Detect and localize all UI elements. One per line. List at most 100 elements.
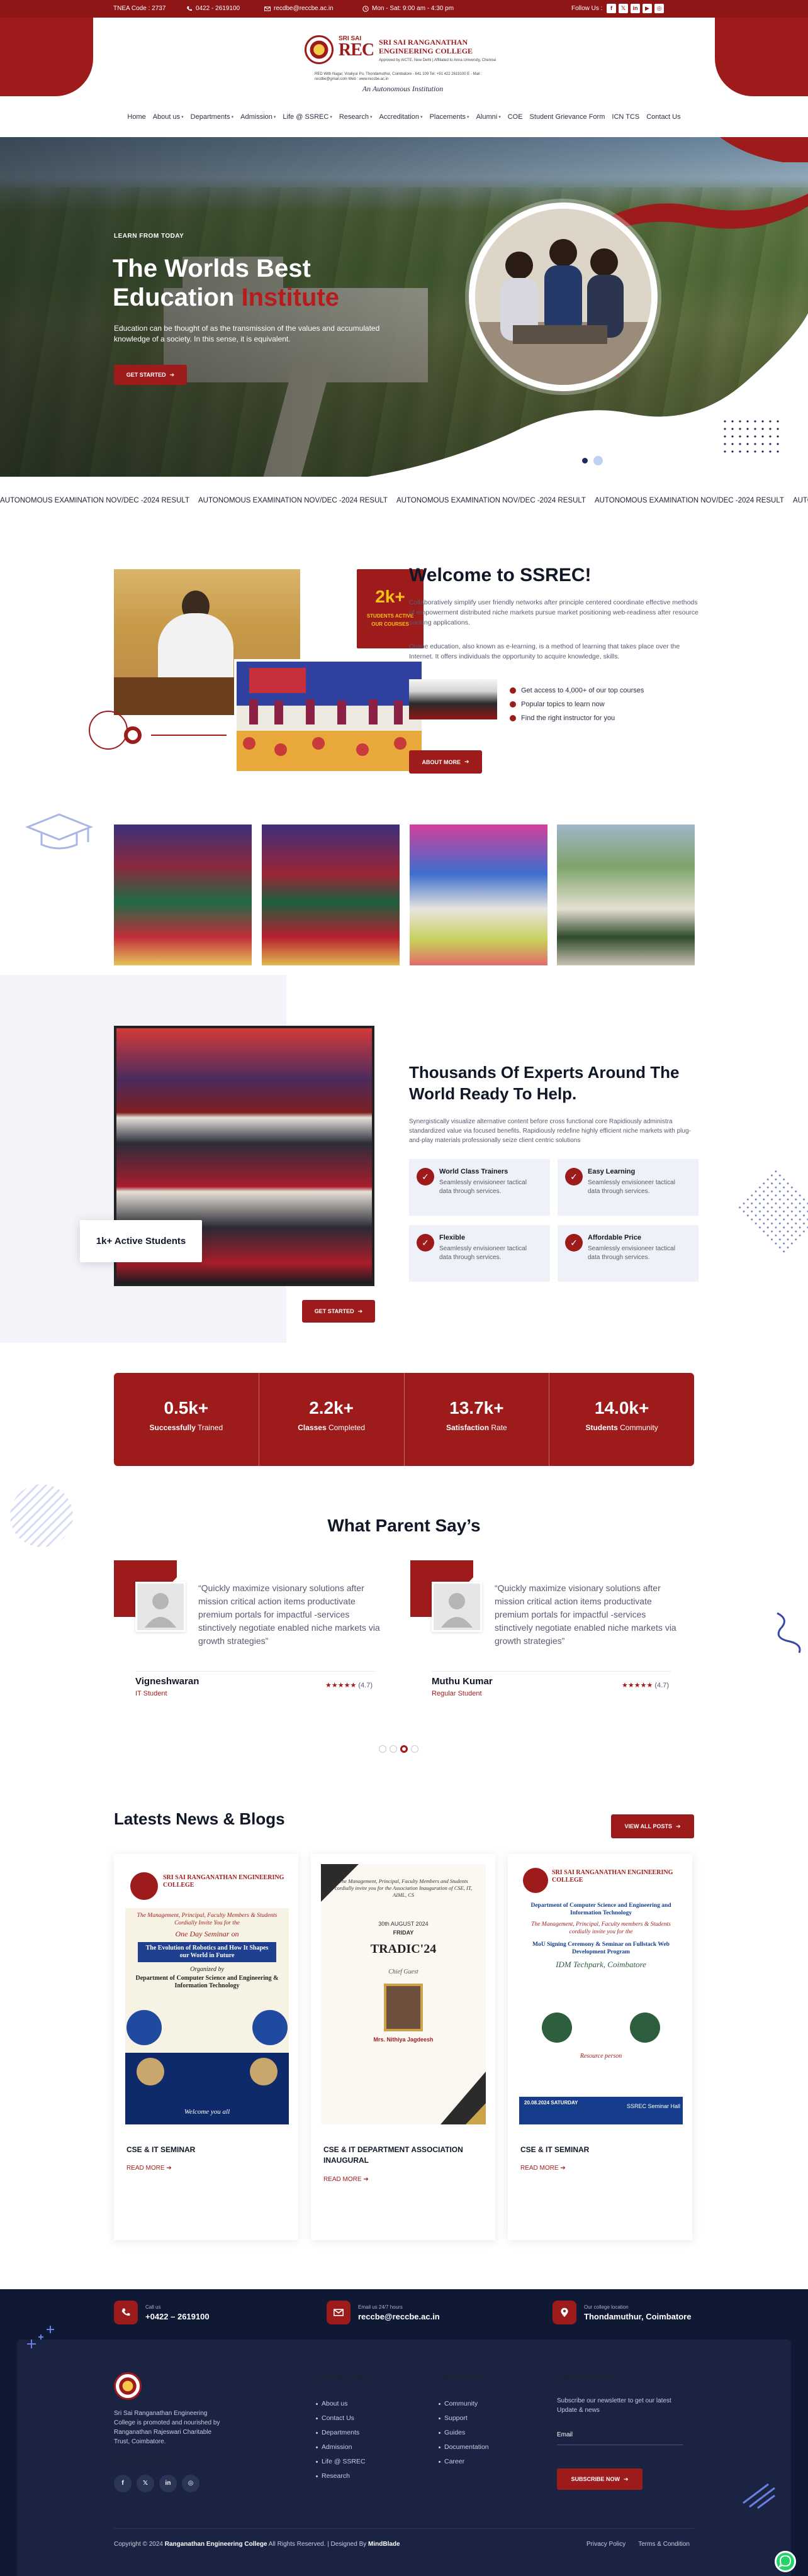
footer-call[interactable]: Call us +0422 – 2619100 [114,2301,210,2324]
facebook-icon[interactable]: f [607,4,616,13]
footer-link[interactable]: About us [316,2400,366,2407]
stat-label-rest: Rate [489,1423,507,1432]
stat-label: Students Community [549,1423,694,1432]
newsletter-email-field[interactable]: Email [557,2423,683,2445]
nav-item[interactable]: Student Grievance Form [530,113,605,121]
topbar-email[interactable]: recdbe@reccbe.ac.in [264,5,334,12]
topbar-hours-text: Mon - Sat: 9:00 am - 4:30 pm [372,5,454,12]
read-more-link[interactable]: READ MORE ➔ [520,2165,566,2172]
decor-ring [89,711,128,750]
subscribe-button[interactable]: SUBSCRIBE NOW ➔ [557,2468,642,2490]
nav-item[interactable]: Home [127,113,145,121]
footer-logo[interactable] [114,2372,142,2400]
poster-header: SRI SAI RANGANATHAN ENGINEERING COLLEGE [163,1874,284,1889]
nav-item[interactable]: Research ▾ [339,113,373,121]
slider-dot[interactable] [593,456,603,465]
footer-link[interactable]: Support [439,2414,489,2422]
footer-email[interactable]: Email us 24/7 hours reccbe@reccbe.ac.in [327,2301,440,2324]
read-more-link[interactable]: READ MORE ➔ [323,2176,369,2183]
news-card[interactable]: SRI SAI RANGANATHAN ENGINEERING COLLEGE … [114,1854,298,2240]
nav-item[interactable]: Admission ▾ [240,113,276,121]
hero-get-started-button[interactable]: GET STARTED ➔ [114,365,187,385]
nav-item[interactable]: COE [508,113,523,121]
youtube-icon[interactable]: ▶ [642,4,652,13]
footer-link[interactable]: Life @ SSREC [316,2458,366,2465]
gallery-photo-1[interactable] [114,824,252,965]
nav-item[interactable]: About us ▾ [153,113,184,121]
footer-location[interactable]: Our college location Thondamuthur, Coimba… [553,2301,691,2324]
privacy-policy-link[interactable]: Privacy Policy [586,2541,626,2548]
slider-dot-active[interactable] [580,456,590,465]
facebook-icon[interactable]: f [114,2475,132,2492]
copyright-designer[interactable]: MindBlade [368,2541,400,2548]
nav-item[interactable]: Alumni ▾ [476,113,501,121]
feature-card-desc: Seamlessly envisioneer tactical data thr… [439,1179,527,1195]
nav-item[interactable]: ICN TCS [612,113,639,121]
news-card[interactable]: SRI SAI RANGANATHAN ENGINEERING COLLEGE … [508,1854,692,2240]
view-all-posts-button[interactable]: VIEW ALL POSTS ➔ [611,1814,694,1838]
footer-link[interactable]: Documentation [439,2443,489,2451]
testimonial-name: Vigneshwaran [135,1676,199,1687]
about-more-button[interactable]: ABOUT MORE ➔ [409,750,482,774]
slider-dot-active[interactable] [400,1745,408,1753]
logo-subtitle: Approved by AICTE, New Delhi | Affiliate… [379,58,497,62]
decor-dot-pattern [736,1167,808,1257]
ticker-item[interactable]: AUTONOMOUS EXAMINATION NOV/DEC -2024 RES… [793,497,808,504]
ticker-item[interactable]: AUTONOMOUS EXAMINATION NOV/DEC -2024 RES… [595,497,784,504]
hero-students-photo [469,203,658,391]
college-logo[interactable]: SRI SAI REC SRI SAI RANGANATHAN ENGINEER… [296,26,510,96]
welcome-feature-list: Get access to 4,000+ of our top courses P… [510,687,644,728]
slider-dot[interactable] [411,1745,418,1753]
footer-link[interactable]: Career [439,2458,489,2465]
terms-link[interactable]: Terms & Condition [638,2541,690,2548]
ticker-item[interactable]: AUTONOMOUS EXAMINATION NOV/DEC -2024 RES… [396,497,586,504]
poster-line: The Management, Principal, Faculty Membe… [137,1913,278,1926]
nav-item[interactable]: Departments ▾ [191,113,234,121]
logo-autonomous: An Autonomous Institution [362,84,444,93]
stat-item: 13.7k+ Satisfaction Rate [405,1373,550,1466]
whatsapp-icon[interactable] [775,2551,796,2572]
stat-label-bold: Students [585,1423,618,1432]
slider-dot[interactable] [379,1745,386,1753]
ticker-item[interactable]: AUTONOMOUS EXAMINATION NOV/DEC -2024 RES… [0,497,189,504]
footer-link[interactable]: Guides [439,2429,489,2436]
welcome-paragraph-1: Collaboratively simplify user friendly n… [409,599,699,626]
instagram-icon[interactable]: ◎ [182,2475,199,2492]
topbar-phone[interactable]: 0422 - 2619100 [186,5,240,12]
footer-link[interactable]: Departments [316,2429,366,2436]
news-card[interactable]: The Management, Principal, Faculty Membe… [311,1854,495,2240]
nav-item[interactable]: Placements ▾ [430,113,469,121]
stat-value: 13.7k+ [449,1398,504,1418]
footer-link[interactable]: Research [316,2472,366,2480]
news-ticker[interactable]: AUTONOMOUS EXAMINATION NOV/DEC -2024 RES… [0,497,808,513]
nav-item[interactable]: Life @ SSREC ▾ [283,113,332,121]
nav-item[interactable]: Accreditation ▾ [379,113,422,121]
stat-label-bold: Classes [298,1423,327,1432]
poster-date: 30th AUGUST 2024 [378,1921,429,1927]
footer-link[interactable]: Contact Us [316,2414,366,2422]
slider-dot[interactable] [390,1745,397,1753]
twitter-icon[interactable]: 𝕏 [137,2475,154,2492]
linkedin-icon[interactable]: in [159,2475,177,2492]
news-poster-association: The Management, Principal, Faculty Membe… [321,1864,486,2124]
gallery-photo-4[interactable] [557,824,695,965]
news-caption[interactable]: CSE & IT SEMINAR [126,2145,284,2155]
footer-link[interactable]: Admission [316,2443,366,2451]
twitter-icon[interactable]: 𝕏 [619,4,628,13]
gallery-photo-2[interactable] [262,824,400,965]
instagram-icon[interactable]: ◎ [654,4,664,13]
news-caption[interactable]: CSE & IT DEPARTMENT ASSOCIATION INAUGURA… [323,2145,481,2166]
experts-get-started-button[interactable]: GET STARTED ➔ [302,1300,375,1323]
feature-card-trainers: ✓ World Class Trainers Seamlessly envisi… [409,1159,550,1216]
nav-item-label: Placements [429,113,466,121]
linkedin-icon[interactable]: in [631,4,640,13]
news-caption[interactable]: CSE & IT SEMINAR [520,2145,678,2155]
nav-item[interactable]: Contact Us [646,113,680,121]
welcome-title: Welcome to SSREC! [409,565,592,586]
gallery-photo-3[interactable] [410,824,547,965]
read-more-link[interactable]: READ MORE ➔ [126,2165,172,2172]
event-photo [234,659,424,774]
phone-icon [187,6,192,11]
ticker-item[interactable]: AUTONOMOUS EXAMINATION NOV/DEC -2024 RES… [198,497,388,504]
footer-link[interactable]: Community [439,2400,489,2407]
